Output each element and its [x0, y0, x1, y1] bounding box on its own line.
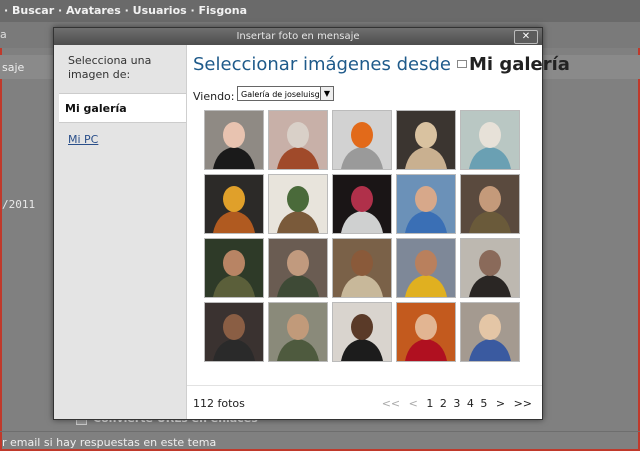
dialog-title: Insertar foto en mensaje	[236, 31, 360, 42]
photo-thumbnail[interactable]	[396, 174, 456, 234]
sidebar-item-mi-pc[interactable]: Mi PC	[68, 133, 98, 146]
photo-image	[269, 111, 327, 169]
top-nav-bar: · Buscar · Avatares · Usuarios · Fisgona	[0, 0, 640, 22]
photo-image	[397, 239, 455, 297]
photo-image	[205, 175, 263, 233]
photo-image	[461, 303, 519, 361]
gallery-heading: Seleccionar imágenes desde Mi galería	[193, 54, 570, 75]
photo-image	[397, 303, 455, 361]
viendo-label: Viendo:	[193, 90, 235, 103]
page-link-2[interactable]: 2	[440, 397, 447, 410]
photo-image	[205, 239, 263, 297]
photo-thumbnail[interactable]	[268, 302, 328, 362]
photo-thumbnail[interactable]	[204, 110, 264, 170]
photo-thumbnail[interactable]	[204, 302, 264, 362]
photo-thumbnail[interactable]	[332, 302, 392, 362]
photo-image	[333, 303, 391, 361]
photo-image	[333, 111, 391, 169]
photo-thumbnail[interactable]	[396, 302, 456, 362]
photo-image	[333, 175, 391, 233]
sidebar-item-mi-galeria[interactable]: Mi galería	[59, 93, 186, 123]
photo-thumbnail[interactable]	[204, 174, 264, 234]
source-sidebar: Selecciona una imagen de: Mi galería Mi …	[54, 45, 187, 419]
close-button[interactable]: ✕	[514, 30, 538, 44]
photo-thumbnail[interactable]	[396, 238, 456, 298]
photo-count: 112 fotos	[193, 397, 245, 410]
photo-image	[269, 303, 327, 361]
email-notice-text: r email si hay respuestas en este tema	[2, 436, 217, 449]
insert-photo-dialog: Insertar foto en mensaje ✕ Selecciona un…	[53, 27, 570, 420]
photo-thumbnail[interactable]	[268, 174, 328, 234]
photo-thumbnail[interactable]	[332, 110, 392, 170]
photo-thumbnail[interactable]	[268, 238, 328, 298]
background-header-text: saje	[2, 61, 25, 74]
photo-thumbnail[interactable]	[460, 302, 520, 362]
background-divider	[0, 431, 640, 432]
photo-image	[205, 303, 263, 361]
photo-thumbnail[interactable]	[460, 238, 520, 298]
page-link-1[interactable]: 1	[426, 397, 433, 410]
photo-image	[205, 111, 263, 169]
photo-thumbnail[interactable]	[396, 110, 456, 170]
heading-prefix: Seleccionar imágenes desde	[193, 54, 451, 75]
photo-thumbnail[interactable]	[460, 110, 520, 170]
photo-thumbnail[interactable]	[332, 238, 392, 298]
photo-image	[269, 239, 327, 297]
photo-image	[461, 239, 519, 297]
photo-image	[333, 239, 391, 297]
background-date: /2011	[2, 198, 36, 211]
photo-image	[461, 175, 519, 233]
photo-thumbnail[interactable]	[268, 110, 328, 170]
photo-image	[269, 175, 327, 233]
next-page-link[interactable]: >	[496, 397, 505, 410]
page-link-4[interactable]: 4	[467, 397, 474, 410]
top-nav-links[interactable]: · Buscar · Avatares · Usuarios · Fisgona	[4, 4, 247, 17]
folder-icon	[456, 60, 467, 68]
photo-image	[397, 175, 455, 233]
chevron-down-icon[interactable]: ▼	[320, 87, 333, 100]
photo-thumbnail[interactable]	[460, 174, 520, 234]
first-page-link[interactable]: <<	[382, 397, 400, 410]
photo-thumbnail[interactable]	[204, 238, 264, 298]
photo-image	[461, 111, 519, 169]
photo-grid	[204, 110, 524, 365]
gallery-select-value: Galería de joseluisgh9	[241, 90, 330, 99]
prev-page-link[interactable]: <	[409, 397, 418, 410]
dialog-title-bar: Insertar foto en mensaje ✕	[54, 28, 542, 45]
pagination: << < 1 2 3 4 5 > >>	[377, 397, 532, 410]
page-link-3[interactable]: 3	[453, 397, 460, 410]
photo-image	[397, 111, 455, 169]
photo-thumbnail[interactable]	[332, 174, 392, 234]
background-bar-text: a	[0, 28, 7, 41]
footer-divider	[187, 385, 542, 386]
page-link-5[interactable]: 5	[480, 397, 487, 410]
sidebar-heading: Selecciona una imagen de:	[68, 54, 152, 81]
last-page-link[interactable]: >>	[514, 397, 532, 410]
heading-gallery-name: Mi galería	[468, 54, 570, 75]
gallery-panel: Seleccionar imágenes desde Mi galería Vie…	[187, 45, 570, 419]
gallery-select[interactable]: Galería de joseluisgh9 ▼	[237, 86, 334, 101]
